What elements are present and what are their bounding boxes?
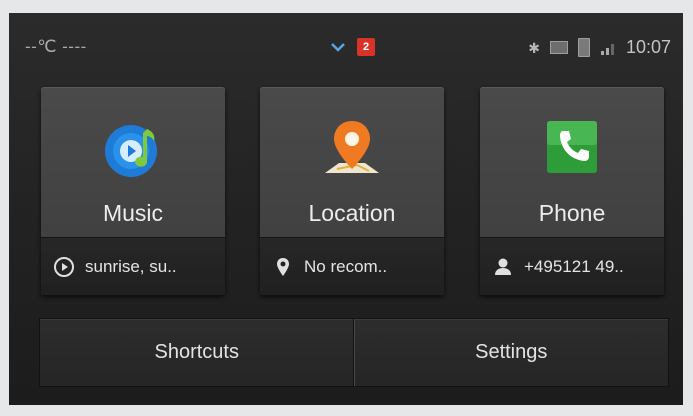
phone-label: Phone: [538, 200, 606, 226]
music-player-icon: [105, 125, 157, 177]
contact-person-icon: [495, 258, 511, 275]
shortcuts-button[interactable]: Shortcuts: [40, 319, 354, 386]
notification-area[interactable]: 2: [331, 38, 375, 56]
map-pin-icon: [325, 121, 379, 173]
chevron-down-icon[interactable]: [331, 42, 345, 52]
bluetooth-icon: ✱: [528, 39, 540, 56]
location-tile[interactable]: Location No recom..: [260, 87, 444, 295]
status-bar: --℃ ---- 2 ✱ 10:07: [9, 13, 683, 73]
bottom-button-bar: Shortcuts Settings: [39, 318, 669, 387]
battery-icon: [577, 38, 590, 57]
phone-last-contact[interactable]: +495121 49..: [480, 237, 664, 295]
mail-icon: [549, 41, 568, 54]
music-label: Music: [102, 200, 164, 226]
phone-number-text: +495121 49..: [524, 256, 624, 276]
car-home-screen: --℃ ---- 2 ✱ 10:07 Music sunrise, su.. L…: [9, 13, 683, 405]
music-tile[interactable]: Music sunrise, su..: [41, 87, 225, 295]
system-icons: ✱ 10:07: [528, 37, 671, 58]
location-label: Location: [308, 200, 396, 226]
signal-icon: [600, 43, 614, 55]
music-now-playing[interactable]: sunrise, su..: [41, 237, 225, 295]
clock: 10:07: [625, 37, 671, 57]
phone-icon: [547, 121, 597, 173]
location-recommendation[interactable]: No recom..: [260, 237, 444, 295]
temperature-readout: --℃ ----: [25, 37, 87, 56]
music-track-text: sunrise, su..: [85, 256, 177, 276]
location-pin-icon: [277, 257, 289, 276]
settings-button[interactable]: Settings: [353, 319, 669, 386]
notification-badge-icon[interactable]: 2: [357, 38, 375, 56]
location-recommendation-text: No recom..: [304, 256, 388, 276]
play-circle-icon: [54, 256, 74, 277]
phone-tile[interactable]: Phone +495121 49..: [480, 87, 664, 295]
